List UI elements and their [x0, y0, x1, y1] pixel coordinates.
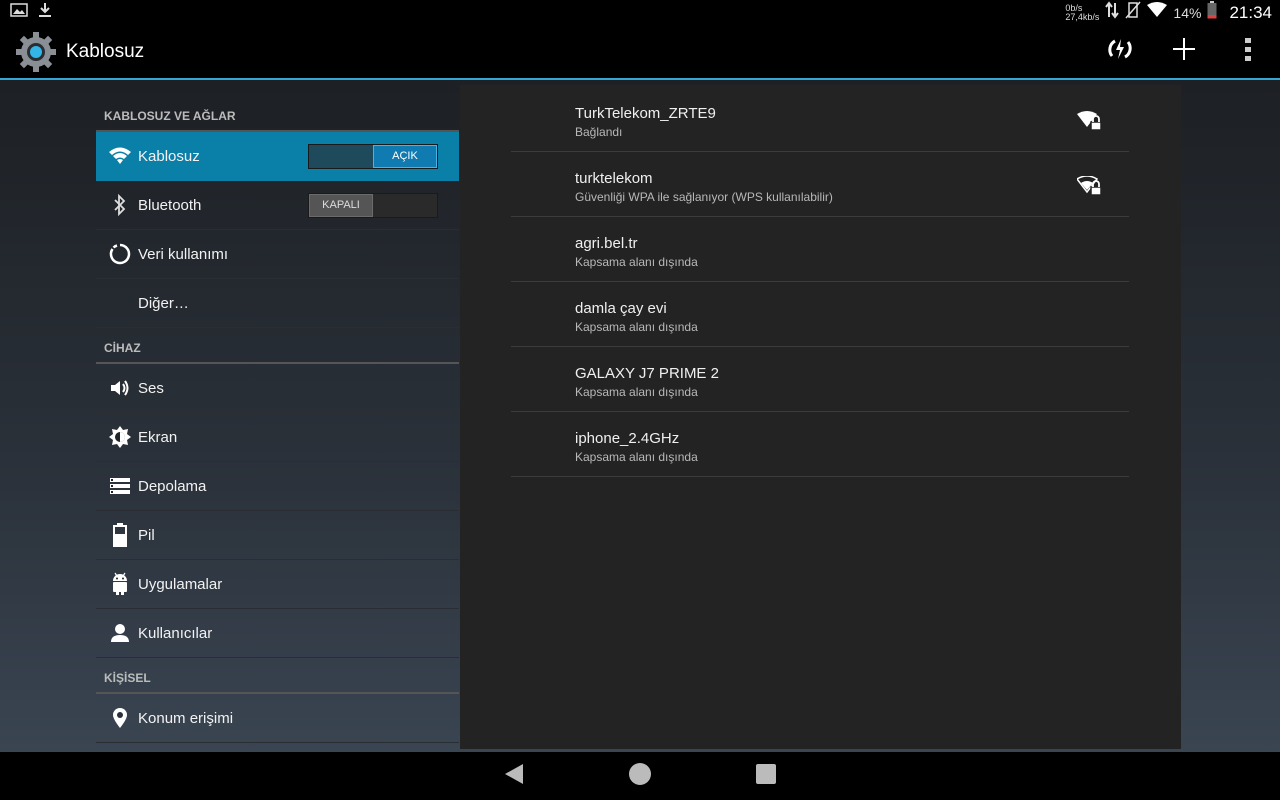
- settings-content: KABLOSUZ VE AĞLAR Kablosuz AÇIK Bluetoot…: [0, 80, 1280, 752]
- vibrate-off-icon: [1125, 1, 1141, 24]
- storage-icon: [102, 477, 138, 495]
- network-status: Güvenliği WPA ile sağlanıyor (WPS kullan…: [575, 190, 833, 204]
- battery-icon: [1207, 1, 1217, 24]
- wifi-network-item[interactable]: iphone_2.4GHz Kapsama alanı dışında: [511, 412, 1129, 477]
- toggle-knob: AÇIK: [373, 144, 437, 168]
- status-bar: 0b/s 27,4kb/s 14% 21:34: [0, 0, 1280, 25]
- sidebar-item-label: Depolama: [138, 477, 207, 495]
- network-ssid: agri.bel.tr: [575, 235, 638, 252]
- home-icon: [628, 762, 652, 791]
- sidebar-item-sound[interactable]: Ses: [96, 364, 459, 413]
- recents-icon: [755, 763, 777, 790]
- sidebar-item-data-usage[interactable]: Veri kullanımı: [96, 230, 459, 279]
- section-header-wireless-networks: KABLOSUZ VE AĞLAR: [96, 80, 459, 132]
- settings-gear-icon[interactable]: [14, 30, 58, 74]
- volume-icon: [102, 378, 138, 398]
- section-header-personal: KİŞİSEL: [96, 658, 459, 694]
- wifi-toggle[interactable]: AÇIK: [308, 143, 438, 169]
- brightness-icon: [102, 425, 138, 449]
- network-status: Kapsama alanı dışında: [575, 450, 698, 464]
- sidebar-item-label: Ekran: [138, 428, 178, 446]
- sidebar-item-more[interactable]: Diğer…: [96, 279, 459, 328]
- sidebar-item-storage[interactable]: Depolama: [96, 462, 459, 511]
- sidebar-item-wifi[interactable]: Kablosuz AÇIK: [96, 132, 459, 181]
- network-status: Kapsama alanı dışında: [575, 385, 698, 399]
- sidebar-item-label: Kablosuz: [138, 147, 200, 165]
- wifi-icon: [102, 147, 138, 165]
- network-ssid: turktelekom: [575, 170, 653, 187]
- network-ssid: TurkTelekom_ZRTE9: [575, 105, 716, 122]
- sidebar-item-label: Ses: [138, 379, 164, 397]
- sidebar-item-location[interactable]: Konum erişimi: [96, 694, 459, 743]
- location-icon: [102, 707, 138, 729]
- sidebar-item-users[interactable]: Kullanıcılar: [96, 609, 459, 658]
- bluetooth-toggle[interactable]: KAPALI: [308, 192, 438, 218]
- network-speed: 0b/s 27,4kb/s: [1065, 2, 1100, 22]
- sidebar-item-label: Pil: [138, 526, 155, 544]
- back-button[interactable]: [481, 752, 547, 800]
- network-status: Bağlandı: [575, 125, 623, 139]
- download-icon: [38, 2, 52, 23]
- action-bar: Kablosuz: [0, 25, 1280, 80]
- back-icon: [503, 762, 525, 791]
- network-ssid: GALAXY J7 PRIME 2: [575, 365, 719, 382]
- wifi-lock-icon: [1075, 175, 1103, 201]
- user-icon: [102, 623, 138, 643]
- settings-sidebar: KABLOSUZ VE AĞLAR Kablosuz AÇIK Bluetoot…: [96, 80, 459, 752]
- wifi-network-item[interactable]: agri.bel.tr Kapsama alanı dışında: [511, 217, 1129, 282]
- add-icon: [1171, 36, 1197, 67]
- wps-icon: [1107, 36, 1133, 67]
- clock: 21:34: [1229, 2, 1272, 22]
- wifi-network-item[interactable]: TurkTelekom_ZRTE9 Bağlandı: [511, 87, 1129, 152]
- recents-button[interactable]: [733, 752, 799, 800]
- android-icon: [102, 572, 138, 596]
- overflow-menu-icon: [1244, 37, 1252, 66]
- battery-percent: 14%: [1173, 4, 1202, 21]
- add-network-button[interactable]: [1152, 24, 1216, 79]
- toggle-knob: KAPALI: [309, 193, 373, 217]
- navigation-bar: [0, 752, 1280, 800]
- sidebar-item-battery[interactable]: Pil: [96, 511, 459, 560]
- network-ssid: iphone_2.4GHz: [575, 430, 680, 447]
- sidebar-item-display[interactable]: Ekran: [96, 413, 459, 462]
- sidebar-item-bluetooth[interactable]: Bluetooth KAPALI: [96, 181, 459, 230]
- network-ssid: damla çay evi: [575, 300, 667, 317]
- wps-button[interactable]: [1088, 24, 1152, 79]
- wifi-network-item[interactable]: damla çay evi Kapsama alanı dışında: [511, 282, 1129, 347]
- wifi-lock-icon: [1077, 111, 1103, 136]
- sidebar-item-label: Diğer…: [138, 294, 189, 312]
- overflow-menu-button[interactable]: [1216, 24, 1280, 79]
- data-transfer-icon: [1105, 1, 1120, 24]
- wifi-network-list: TurkTelekom_ZRTE9 Bağlandı turktelekom G…: [460, 85, 1181, 749]
- sidebar-item-apps[interactable]: Uygulamalar: [96, 560, 459, 609]
- sidebar-item-label: Kullanıcılar: [138, 624, 213, 642]
- sidebar-item-label: Bluetooth: [138, 196, 202, 214]
- wifi-signal-icon: [1147, 2, 1168, 23]
- bluetooth-icon: [102, 194, 138, 216]
- section-header-device: CİHAZ: [96, 328, 459, 364]
- wifi-network-item[interactable]: GALAXY J7 PRIME 2 Kapsama alanı dışında: [511, 347, 1129, 412]
- sidebar-item-label: Veri kullanımı: [138, 245, 229, 263]
- sidebar-item-label: Uygulamalar: [138, 575, 223, 593]
- network-status: Kapsama alanı dışında: [575, 255, 698, 269]
- battery-icon: [102, 523, 138, 547]
- wifi-network-item[interactable]: turktelekom Güvenliği WPA ile sağlanıyor…: [511, 152, 1129, 217]
- sidebar-item-label: Konum erişimi: [138, 709, 234, 727]
- gallery-icon: [10, 3, 28, 22]
- home-button[interactable]: [607, 752, 673, 800]
- network-status: Kapsama alanı dışında: [575, 320, 698, 334]
- data-usage-icon: [102, 243, 138, 265]
- page-title: Kablosuz: [66, 40, 145, 62]
